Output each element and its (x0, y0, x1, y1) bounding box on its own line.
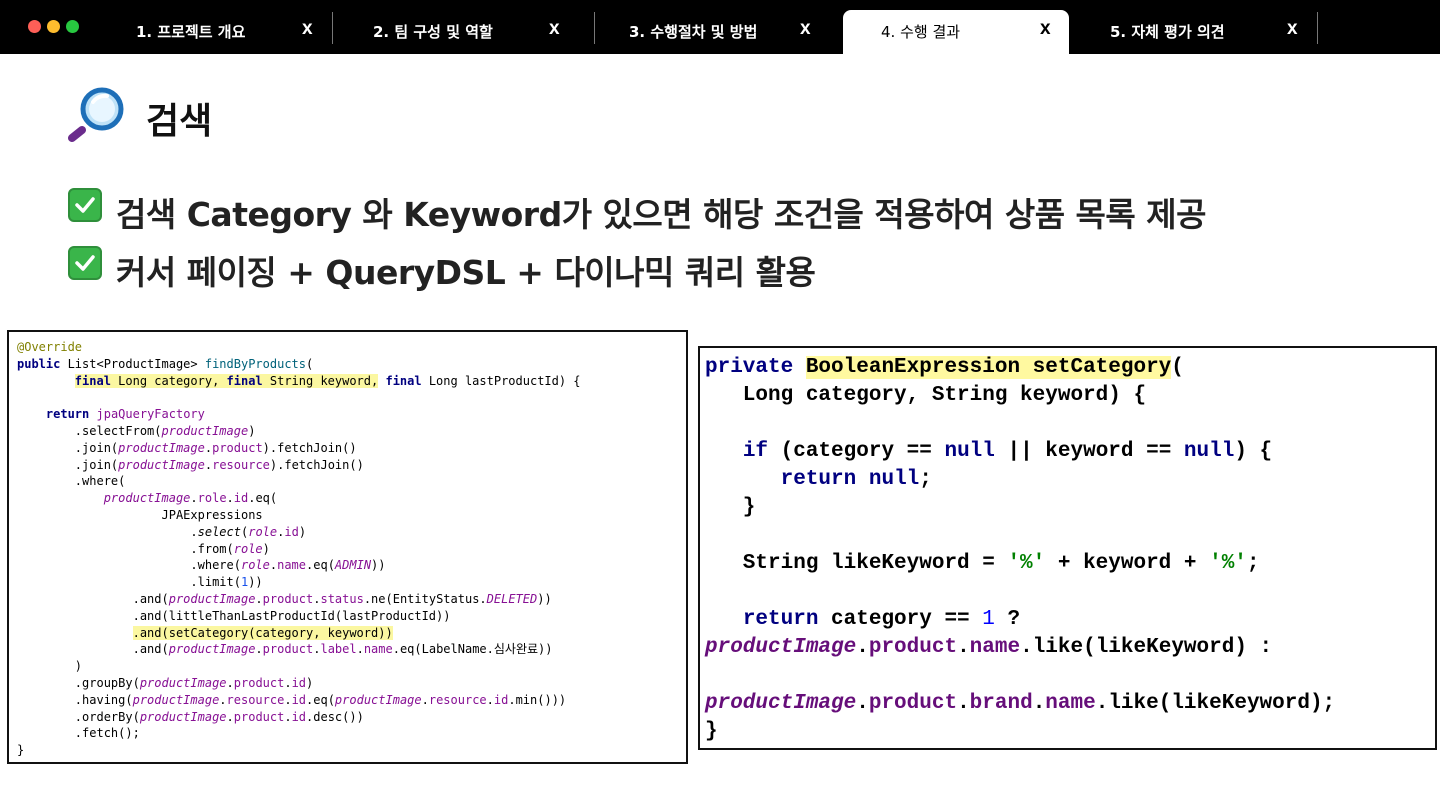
code-line: private BooleanExpression setCategory( (705, 356, 1184, 379)
tab-divider (1317, 12, 1318, 44)
code-line: .and(setCategory(category, keyword)) (132, 625, 393, 640)
code-line: String likeKeyword = '%' + keyword + '%'… (705, 552, 1260, 575)
tab-label: 2. 팀 구성 및 역할 (373, 23, 493, 41)
tab-results[interactable]: 4. 수행 결과 x (843, 10, 1069, 54)
check-box-icon (68, 246, 102, 280)
code-line: productImage.product.brand.name.like(lik… (705, 692, 1336, 715)
magnifying-glass-icon (68, 87, 124, 142)
code-line: .where(role.name.eq(ADMIN)) (17, 558, 386, 573)
code-line: .fetch(); (17, 726, 140, 741)
code-line: @Override (17, 340, 83, 354)
close-icon[interactable]: x (1287, 18, 1298, 40)
window-close-button[interactable] (28, 20, 41, 33)
bullet-text: 검색 Category 와 Keyword가 있으면 해당 조건을 적용하여 상… (116, 195, 1206, 234)
close-icon[interactable]: x (549, 18, 560, 40)
tab-procedure[interactable]: 3. 수행절차 및 방법 x (595, 10, 840, 54)
code-line: productImage.product.name.like(likeKeywo… (705, 636, 1273, 659)
code-line: .having(productImage.resource.id.eq(prod… (17, 692, 567, 707)
tab-self-evaluation[interactable]: 5. 자체 평가 의견 x (1070, 10, 1317, 54)
code-line: .groupBy(productImage.product.id) (17, 676, 314, 690)
close-icon[interactable]: x (800, 18, 811, 40)
code-line: Long category, String keyword) { (705, 384, 1147, 407)
code-line: return null; (780, 468, 932, 491)
code-line: .select(role.id) (17, 524, 307, 539)
window-zoom-button[interactable] (66, 20, 79, 33)
code-line: } (17, 743, 25, 758)
code-line: return category == 1 ? (742, 608, 1021, 631)
tab-team-roles[interactable]: 2. 팀 구성 및 역할 x (333, 10, 593, 54)
close-icon[interactable]: x (1040, 18, 1051, 40)
code-line: final Long category, final String keywor… (74, 373, 581, 388)
tab-label: 5. 자체 평가 의견 (1110, 23, 1225, 41)
code-line: .and(productImage.product.label.name.eq(… (17, 642, 553, 657)
code-panel-set-category: private BooleanExpression setCategory( L… (698, 346, 1437, 750)
tab-project-overview[interactable]: 1. 프로젝트 개요 x (100, 10, 332, 54)
tab-label: 1. 프로젝트 개요 (136, 23, 246, 41)
code-line: .orderBy(productImage.product.id.desc()) (17, 709, 364, 724)
code-line: .and(productImage.product.status.ne(Enti… (17, 592, 552, 606)
code-line: if (category == null || keyword == null)… (742, 440, 1273, 463)
code-line: .join(productImage.resource).fetchJoin() (17, 457, 364, 472)
code-line: productImage.role.id.eq( (103, 491, 278, 506)
code-line: .join(productImage.product).fetchJoin() (17, 440, 357, 455)
code-line: .selectFrom(productImage) (17, 424, 256, 438)
code-line: JPAExpressions (17, 508, 263, 522)
window-minimize-button[interactable] (47, 20, 60, 33)
check-box-icon (68, 188, 102, 222)
code-line: .where( (17, 474, 126, 489)
code-line: public List<ProductImage> findByProducts… (17, 356, 314, 371)
code-panel-find-by-products: @Override public List<ProductImage> findB… (7, 330, 688, 764)
tab-label: 4. 수행 결과 (881, 23, 961, 41)
code-line: .and(littleThanLastProductId(lastProduct… (17, 608, 451, 623)
code-line: .limit(1)) (17, 575, 263, 590)
page-title: 검색 (146, 101, 213, 142)
bullet-text: 커서 페이징 + QueryDSL + 다이나믹 쿼리 활용 (116, 253, 816, 292)
code-line: ) (17, 659, 83, 674)
code-line: } (705, 720, 718, 743)
close-icon[interactable]: x (302, 18, 313, 40)
code-line: } (705, 496, 756, 519)
tab-bar: 1. 프로젝트 개요 x 2. 팀 구성 및 역할 x 3. 수행절차 및 방법… (0, 0, 1440, 54)
code-line: .from(role) (17, 541, 270, 556)
code-line: return jpaQueryFactory (45, 407, 205, 422)
tab-label: 3. 수행절차 및 방법 (629, 23, 758, 41)
